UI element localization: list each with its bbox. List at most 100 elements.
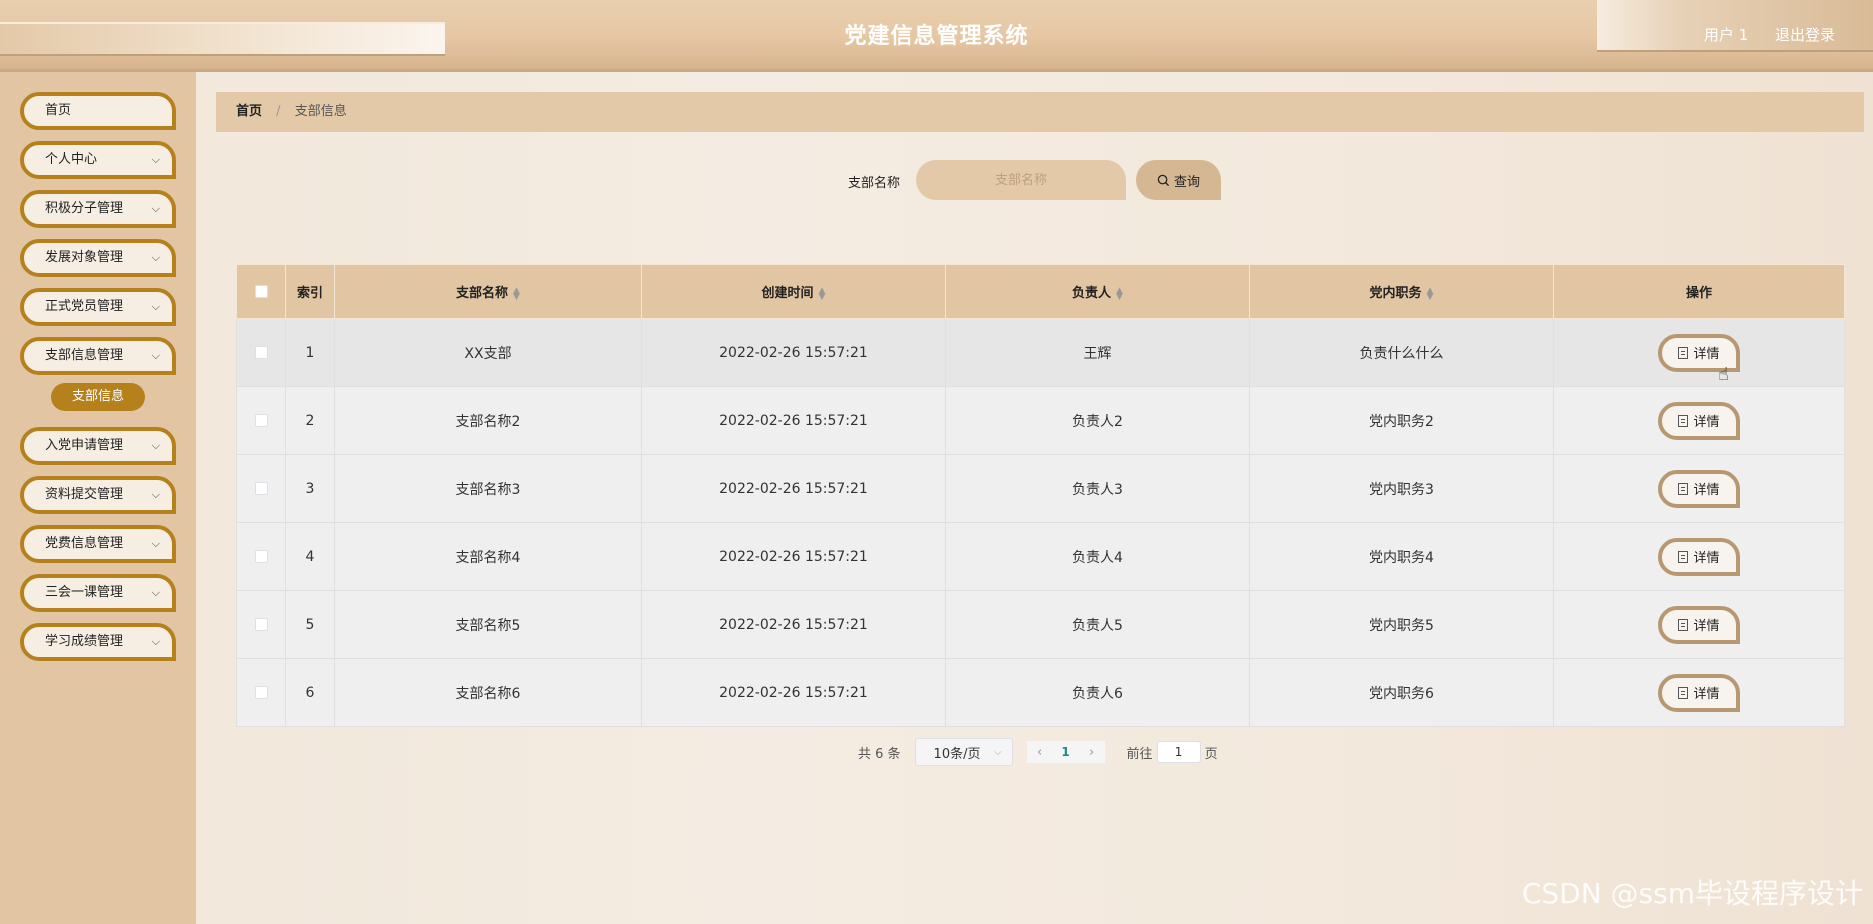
page-number-current[interactable]: 1 [1053, 745, 1079, 759]
page-nav: ‹ 1 › [1026, 741, 1105, 763]
sidebar-item-material-submission[interactable]: 资料提交管理 ⌵ [20, 476, 176, 514]
cell-action: 详情 [1553, 318, 1845, 387]
document-icon [1678, 414, 1689, 427]
cell-branch-name: 支部名称6 [334, 658, 642, 727]
detail-button-label: 详情 [1693, 551, 1720, 566]
breadcrumb: 首页 / 支部信息 [216, 92, 1864, 132]
sidebar-item-personal-center[interactable]: 个人中心 ⌵ [20, 141, 176, 179]
search-button[interactable]: 查询 [1136, 160, 1221, 200]
cell-created-time: 2022-02-26 15:57:21 [641, 318, 946, 387]
search-button-label: 查询 [1173, 174, 1200, 190]
sidebar-item-label: 发展对象管理 [45, 250, 124, 265]
search-label: 支部名称 [848, 176, 901, 191]
cell-created-time: 2022-02-26 15:57:21 [641, 658, 946, 727]
row-checkbox[interactable] [254, 414, 268, 427]
chevron-down-icon: ⌵ [151, 153, 160, 166]
sort-icon[interactable]: ▲ ▼ [513, 286, 520, 301]
cell-branch-name: 支部名称4 [334, 522, 642, 591]
cell-branch-name: 支部名称3 [334, 454, 642, 523]
sort-icon[interactable]: ▲ ▼ [1427, 286, 1434, 301]
sort-icon[interactable]: ▲ ▼ [819, 286, 826, 301]
search-input[interactable] [916, 160, 1126, 200]
detail-button-label: 详情 [1693, 415, 1720, 430]
sidebar-item-development-targets[interactable]: 发展对象管理 ⌵ [20, 239, 176, 277]
header-created-time[interactable]: 创建时间 ▲ ▼ [641, 264, 946, 319]
header-duty[interactable]: 党内职务 ▲ ▼ [1249, 264, 1554, 319]
header-branch-name[interactable]: 支部名称 ▲ ▼ [334, 264, 642, 319]
header-select-all [236, 264, 286, 319]
sidebar-item-meetings[interactable]: 三会一课管理 ⌵ [20, 574, 176, 612]
watermark: CSDN @ssm毕设程序设计 [1521, 877, 1863, 910]
sidebar-item-formal-members[interactable]: 正式党员管理 ⌵ [20, 288, 176, 326]
row-checkbox[interactable] [254, 550, 268, 563]
sidebar-item-label: 首页 [45, 103, 72, 118]
pagination-total: 共 6 条 [858, 746, 901, 762]
page-size-select[interactable]: 10条/页 ⌵ [914, 738, 1013, 766]
row-checkbox[interactable] [254, 618, 268, 631]
sidebar-item-party-dues[interactable]: 党费信息管理 ⌵ [20, 525, 176, 563]
table-header-row: 索引 支部名称 ▲ ▼ 创建时间 ▲ ▼ 负责人 ▲ ▼ 党内职务 ▲ ▼ 操作 [236, 264, 1845, 319]
detail-button[interactable]: 详情 [1658, 401, 1740, 440]
table-row: 6 支部名称6 2022-02-26 15:57:21 负责人6 党内职务6 详… [236, 658, 1845, 727]
chevron-down-icon: ⌵ [151, 300, 160, 313]
detail-button-label: 详情 [1693, 619, 1720, 634]
header-duty-label: 党内职务 [1369, 286, 1422, 301]
sidebar-item-label: 三会一课管理 [45, 585, 124, 600]
detail-button[interactable]: 详情 [1658, 605, 1740, 644]
sidebar-item-activists[interactable]: 积极分子管理 ⌵ [20, 190, 176, 228]
table-row: 5 支部名称5 2022-02-26 15:57:21 负责人5 党内职务5 详… [236, 590, 1845, 659]
sidebar-item-label: 支部信息管理 [45, 348, 124, 363]
sidebar-item-label: 入党申请管理 [45, 438, 124, 453]
detail-button[interactable]: 详情 [1658, 673, 1740, 712]
next-page-icon[interactable]: › [1079, 745, 1105, 760]
sidebar-item-label: 学习成绩管理 [45, 634, 124, 649]
sidebar-item-label: 资料提交管理 [45, 487, 124, 502]
sidebar-item-label: 个人中心 [45, 152, 98, 167]
cell-leader: 负责人2 [945, 386, 1250, 455]
chevron-down-icon: ⌵ [151, 349, 160, 362]
sidebar: 首页 个人中心 ⌵ 积极分子管理 ⌵ 发展对象管理 ⌵ 正式党员管理 ⌵ 支部信… [0, 72, 196, 924]
cell-created-time: 2022-02-26 15:57:21 [641, 590, 946, 659]
sidebar-subitem-branch-info[interactable]: 支部信息 [51, 383, 145, 411]
cell-leader: 负责人3 [945, 454, 1250, 523]
row-checkbox[interactable] [254, 686, 268, 699]
chevron-down-icon: ⌵ [151, 488, 160, 501]
sort-icon[interactable]: ▲ ▼ [1116, 286, 1123, 301]
cell-created-time: 2022-02-26 15:57:21 [641, 522, 946, 591]
detail-button[interactable]: 详情 [1658, 537, 1740, 576]
header-leader[interactable]: 负责人 ▲ ▼ [945, 264, 1250, 319]
breadcrumb-current: 支部信息 [294, 104, 347, 119]
logout-link[interactable]: 退出登录 [1775, 26, 1835, 44]
detail-button[interactable]: 详情 [1658, 469, 1740, 508]
row-checkbox[interactable] [254, 346, 268, 359]
row-select-cell [236, 658, 286, 727]
top-header: 党建信息管理系统 用户 1 退出登录 [0, 0, 1873, 72]
header-leader-label: 负责人 [1072, 286, 1112, 301]
cell-created-time: 2022-02-26 15:57:21 [641, 386, 946, 455]
sidebar-item-study-scores[interactable]: 学习成绩管理 ⌵ [20, 623, 176, 661]
table-row: 4 支部名称4 2022-02-26 15:57:21 负责人4 党内职务4 详… [236, 522, 1845, 591]
pagination: 共 6 条 10条/页 ⌵ ‹ 1 › 前往 页 [858, 738, 1218, 766]
prev-page-icon[interactable]: ‹ [1027, 745, 1053, 760]
page-size-value: 10条/页 [933, 746, 981, 762]
cell-leader: 负责人4 [945, 522, 1250, 591]
select-all-checkbox[interactable] [254, 285, 268, 298]
document-icon [1678, 482, 1689, 495]
cell-duty: 党内职务5 [1249, 590, 1554, 659]
sidebar-item-home[interactable]: 首页 [20, 92, 176, 130]
sidebar-item-branch-info[interactable]: 支部信息管理 ⌵ [20, 337, 176, 375]
sidebar-item-party-application[interactable]: 入党申请管理 ⌵ [20, 427, 176, 465]
sidebar-item-label: 积极分子管理 [45, 201, 124, 216]
cell-duty: 党内职务3 [1249, 454, 1554, 523]
search-icon [1157, 174, 1170, 186]
sidebar-item-label: 正式党员管理 [45, 299, 124, 314]
row-checkbox[interactable] [254, 482, 268, 495]
user-name-link[interactable]: 用户 1 [1704, 26, 1748, 44]
cell-created-time: 2022-02-26 15:57:21 [641, 454, 946, 523]
chevron-down-icon: ⌵ [151, 439, 160, 452]
cell-index: 6 [285, 658, 335, 727]
breadcrumb-home[interactable]: 首页 [236, 104, 262, 119]
document-icon [1678, 550, 1689, 563]
goto-page-input[interactable] [1156, 741, 1201, 763]
row-select-cell [236, 522, 286, 591]
